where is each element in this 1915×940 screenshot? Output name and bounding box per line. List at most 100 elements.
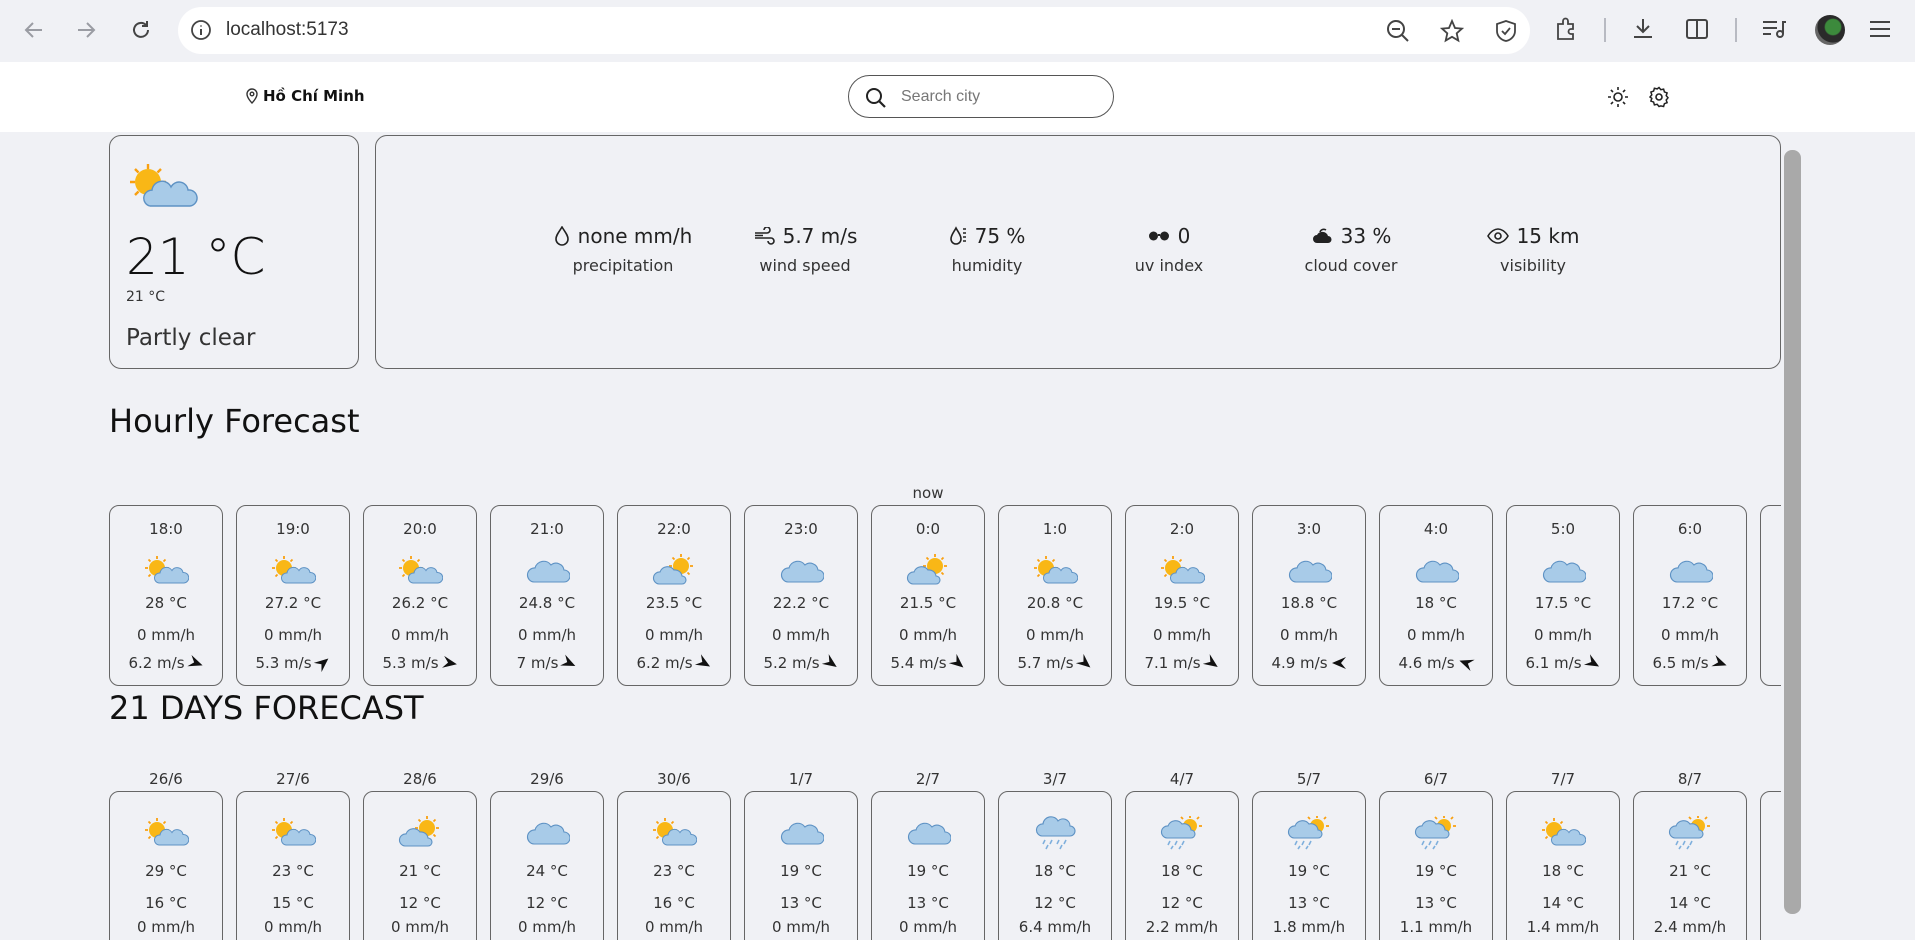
hour-time: 19:0 — [276, 520, 310, 538]
droplet-icon — [554, 226, 569, 246]
day-date: 8/7 — [1677, 770, 1703, 788]
daily-card[interactable]: 18 °C 12 °C 2.2 mm/h — [1125, 791, 1239, 940]
partly-cloudy-icon — [651, 816, 698, 852]
hour-wind-speed: 5.4 m/s — [890, 654, 947, 672]
hour-wind-speed: 6.1 m/s — [1525, 654, 1582, 672]
wind-direction-icon — [1458, 659, 1475, 672]
hour-wind: 6.5 m/s — [1634, 654, 1746, 672]
day-min-temperature: 16 °C — [145, 894, 187, 912]
hour-time: 5:0 — [1550, 520, 1576, 538]
day-min-temperature: 12 °C — [1161, 894, 1203, 912]
daily-card[interactable]: 19 °C 13 °C 1.1 mm/h — [1379, 791, 1493, 940]
day-max-temperature: 19 °C — [780, 862, 822, 880]
daily-card-partial[interactable] — [1760, 791, 1781, 940]
daily-card[interactable]: 19 °C 13 °C 1.8 mm/h — [1252, 791, 1366, 940]
daily-card[interactable]: 19 °C 13 °C 0 mm/h — [871, 791, 985, 940]
cloudy-icon — [1286, 554, 1333, 590]
day-min-temperature: 14 °C — [1669, 894, 1711, 912]
hourly-card[interactable]: 20:0 26.2 °C 0 mm/h 5.3 m/s — [363, 505, 477, 686]
hourly-card[interactable]: 3:0 18.8 °C 0 mm/h 4.9 m/s — [1252, 505, 1366, 686]
partly-cloudy-icon — [1032, 554, 1079, 590]
day-precipitation: 1.1 mm/h — [1399, 918, 1473, 936]
day-max-temperature: 19 °C — [1415, 862, 1457, 880]
day-precipitation: 0 mm/h — [771, 918, 831, 936]
sun-behind-cloud-icon — [397, 816, 443, 852]
hour-precipitation: 0 mm/h — [1152, 626, 1212, 644]
hourly-card[interactable]: 4:0 18 °C 0 mm/h 4.6 m/s — [1379, 505, 1493, 686]
hourly-card[interactable]: 1:0 20.8 °C 0 mm/h 5.7 m/s — [998, 505, 1112, 686]
day-max-temperature: 18 °C — [1542, 862, 1584, 880]
hour-wind: 6.2 m/s — [110, 654, 222, 672]
hourly-card[interactable]: 0:0 21.5 °C 0 mm/h 5.4 m/s — [871, 505, 985, 686]
hour-precipitation: 0 mm/h — [771, 626, 831, 644]
hour-wind: 6.2 m/s — [618, 654, 730, 672]
day-max-temperature: 23 °C — [653, 862, 695, 880]
hour-time: 20:0 — [403, 520, 437, 538]
sun-rain-cloud-icon — [1286, 816, 1332, 854]
hour-wind-speed: 7 m/s — [516, 654, 559, 672]
daily-card[interactable]: 24 °C 12 °C 0 mm/h — [490, 791, 604, 940]
partly-cloudy-icon — [397, 554, 444, 590]
daily-card[interactable]: 21 °C 14 °C 2.4 mm/h — [1633, 791, 1747, 940]
wind-direction-icon — [948, 653, 963, 668]
day-min-temperature: 13 °C — [780, 894, 822, 912]
hourly-card[interactable]: 18:0 28 °C 0 mm/h 6.2 m/s — [109, 505, 223, 686]
hourly-card-partial[interactable] — [1760, 505, 1781, 686]
hour-precipitation: 0 mm/h — [898, 626, 958, 644]
daily-card[interactable]: 18 °C 12 °C 6.4 mm/h — [998, 791, 1112, 940]
profile-avatar[interactable] — [1815, 15, 1845, 45]
daily-card[interactable]: 18 °C 14 °C 1.4 mm/h — [1506, 791, 1620, 940]
current-temperature: 21 °C — [126, 228, 266, 286]
wind-direction-icon — [313, 658, 328, 673]
wind-direction-icon — [821, 654, 837, 668]
cloud-icon — [1312, 228, 1332, 243]
hourly-card[interactable]: 19:0 27.2 °C 0 mm/h 5.3 m/s — [236, 505, 350, 686]
day-date: 5/7 — [1296, 770, 1322, 788]
partly-cloudy-icon — [143, 554, 190, 590]
metric-value: 15 km — [1516, 224, 1580, 248]
day-min-temperature: 12 °C — [1034, 894, 1076, 912]
hour-temperature: 17.5 °C — [1534, 594, 1592, 612]
wind-direction-icon — [694, 654, 710, 667]
sun-rain-cloud-icon — [1413, 816, 1459, 854]
hour-wind-speed: 6.2 m/s — [636, 654, 693, 672]
hour-time: 0:0 — [915, 520, 941, 538]
metric-label: uv index — [1134, 256, 1204, 275]
page-scrollbar[interactable] — [1784, 150, 1801, 914]
daily-card[interactable]: 23 °C 16 °C 0 mm/h — [617, 791, 731, 940]
hourly-card[interactable]: 21:0 24.8 °C 0 mm/h 7 m/s — [490, 505, 604, 686]
hourly-card[interactable]: 23:0 22.2 °C 0 mm/h 5.2 m/s — [744, 505, 858, 686]
sun-behind-cloud-icon — [651, 554, 697, 590]
menu-icon[interactable] — [1867, 16, 1893, 42]
day-max-temperature: 18 °C — [1034, 862, 1076, 880]
hourly-card[interactable]: 22:0 23.5 °C 0 mm/h 6.2 m/s — [617, 505, 731, 686]
day-date: 6/7 — [1423, 770, 1449, 788]
hourly-forecast-title: Hourly Forecast — [109, 402, 360, 440]
feels-like-temperature: 21 °C — [126, 289, 166, 305]
daily-card[interactable]: 19 °C 13 °C 0 mm/h — [744, 791, 858, 940]
partly-cloudy-icon — [1159, 554, 1206, 590]
day-date: 3/7 — [1042, 770, 1068, 788]
hour-precipitation: 0 mm/h — [517, 626, 577, 644]
hour-temperature: 24.8 °C — [518, 594, 576, 612]
hourly-card[interactable]: 2:0 19.5 °C 0 mm/h 7.1 m/s — [1125, 505, 1239, 686]
day-max-temperature: 19 °C — [907, 862, 949, 880]
daily-card[interactable]: 23 °C 15 °C 0 mm/h — [236, 791, 350, 940]
daily-card[interactable]: 21 °C 12 °C 0 mm/h — [363, 791, 477, 940]
day-max-temperature: 29 °C — [145, 862, 187, 880]
day-max-temperature: 21 °C — [399, 862, 441, 880]
wind-direction-icon — [1710, 654, 1727, 667]
hourly-card[interactable]: 5:0 17.5 °C 0 mm/h 6.1 m/s — [1506, 505, 1620, 686]
metric-label: cloud cover — [1304, 256, 1398, 275]
day-precipitation: 0 mm/h — [898, 918, 958, 936]
wind-icon — [754, 227, 775, 245]
hour-wind-speed: 6.5 m/s — [1652, 654, 1709, 672]
day-min-temperature: 16 °C — [653, 894, 695, 912]
day-date: 4/7 — [1169, 770, 1195, 788]
hour-temperature: 26.2 °C — [391, 594, 449, 612]
hourly-card[interactable]: 6:0 17.2 °C 0 mm/h 6.5 m/s — [1633, 505, 1747, 686]
metric-uv-index: 0 uv index — [1094, 224, 1244, 275]
hour-precipitation: 0 mm/h — [1660, 626, 1720, 644]
daily-card[interactable]: 29 °C 16 °C 0 mm/h — [109, 791, 223, 940]
hour-wind: 7 m/s — [491, 654, 603, 672]
